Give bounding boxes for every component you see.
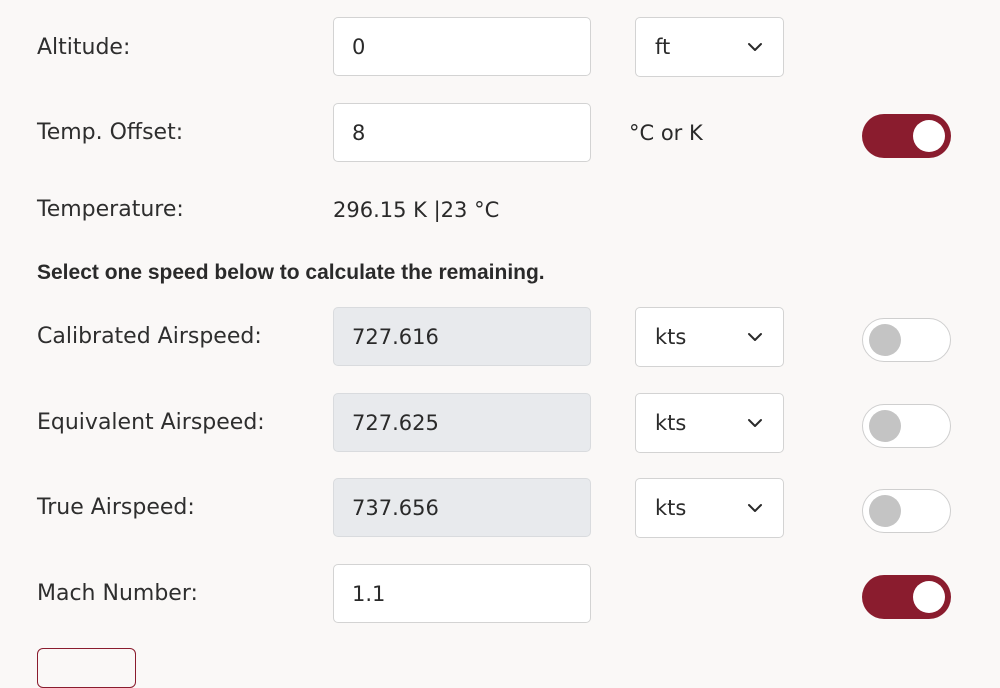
true-airspeed-toggle[interactable] — [862, 489, 951, 533]
calculate-button[interactable] — [37, 648, 136, 688]
toggle-knob — [913, 120, 945, 152]
mach-number-toggle[interactable] — [862, 575, 951, 619]
equivalent-airspeed-toggle[interactable] — [862, 404, 951, 448]
altitude-unit-select[interactable]: ft — [635, 17, 784, 77]
true-airspeed-input[interactable] — [333, 478, 591, 537]
temp-offset-label: Temp. Offset: — [37, 120, 184, 145]
toggle-knob — [869, 410, 901, 442]
calibrated-airspeed-unit-select[interactable]: kts — [635, 307, 784, 367]
chevron-down-icon — [748, 504, 762, 512]
true-airspeed-label: True Airspeed: — [37, 495, 195, 520]
temperature-label: Temperature: — [37, 197, 184, 222]
mach-number-label: Mach Number: — [37, 581, 198, 606]
calibrated-airspeed-label: Calibrated Airspeed: — [37, 324, 262, 349]
speed-section-heading: Select one speed below to calculate the … — [37, 261, 545, 284]
equivalent-airspeed-label: Equivalent Airspeed: — [37, 410, 265, 435]
equivalent-airspeed-input[interactable] — [333, 393, 591, 452]
true-airspeed-unit-select[interactable]: kts — [635, 478, 784, 538]
toggle-knob — [869, 495, 901, 527]
altitude-label: Altitude: — [37, 35, 131, 60]
temp-offset-input[interactable] — [333, 103, 591, 162]
chevron-down-icon — [748, 333, 762, 341]
temp-offset-unit: °C or K — [629, 121, 703, 145]
chevron-down-icon — [748, 419, 762, 427]
equivalent-airspeed-unit-select[interactable]: kts — [635, 393, 784, 453]
temperature-value: 296.15 K |23 °C — [333, 198, 500, 222]
mach-number-input[interactable] — [333, 564, 591, 623]
equivalent-airspeed-unit-value: kts — [655, 411, 687, 435]
calibrated-airspeed-toggle[interactable] — [862, 318, 951, 362]
true-airspeed-unit-value: kts — [655, 496, 687, 520]
chevron-down-icon — [748, 43, 762, 51]
calibrated-airspeed-input[interactable] — [333, 307, 591, 366]
toggle-knob — [913, 581, 945, 613]
altitude-input[interactable] — [333, 17, 591, 76]
temp-offset-toggle[interactable] — [862, 114, 951, 158]
toggle-knob — [869, 324, 901, 356]
calibrated-airspeed-unit-value: kts — [655, 325, 687, 349]
altitude-unit-value: ft — [655, 35, 671, 59]
